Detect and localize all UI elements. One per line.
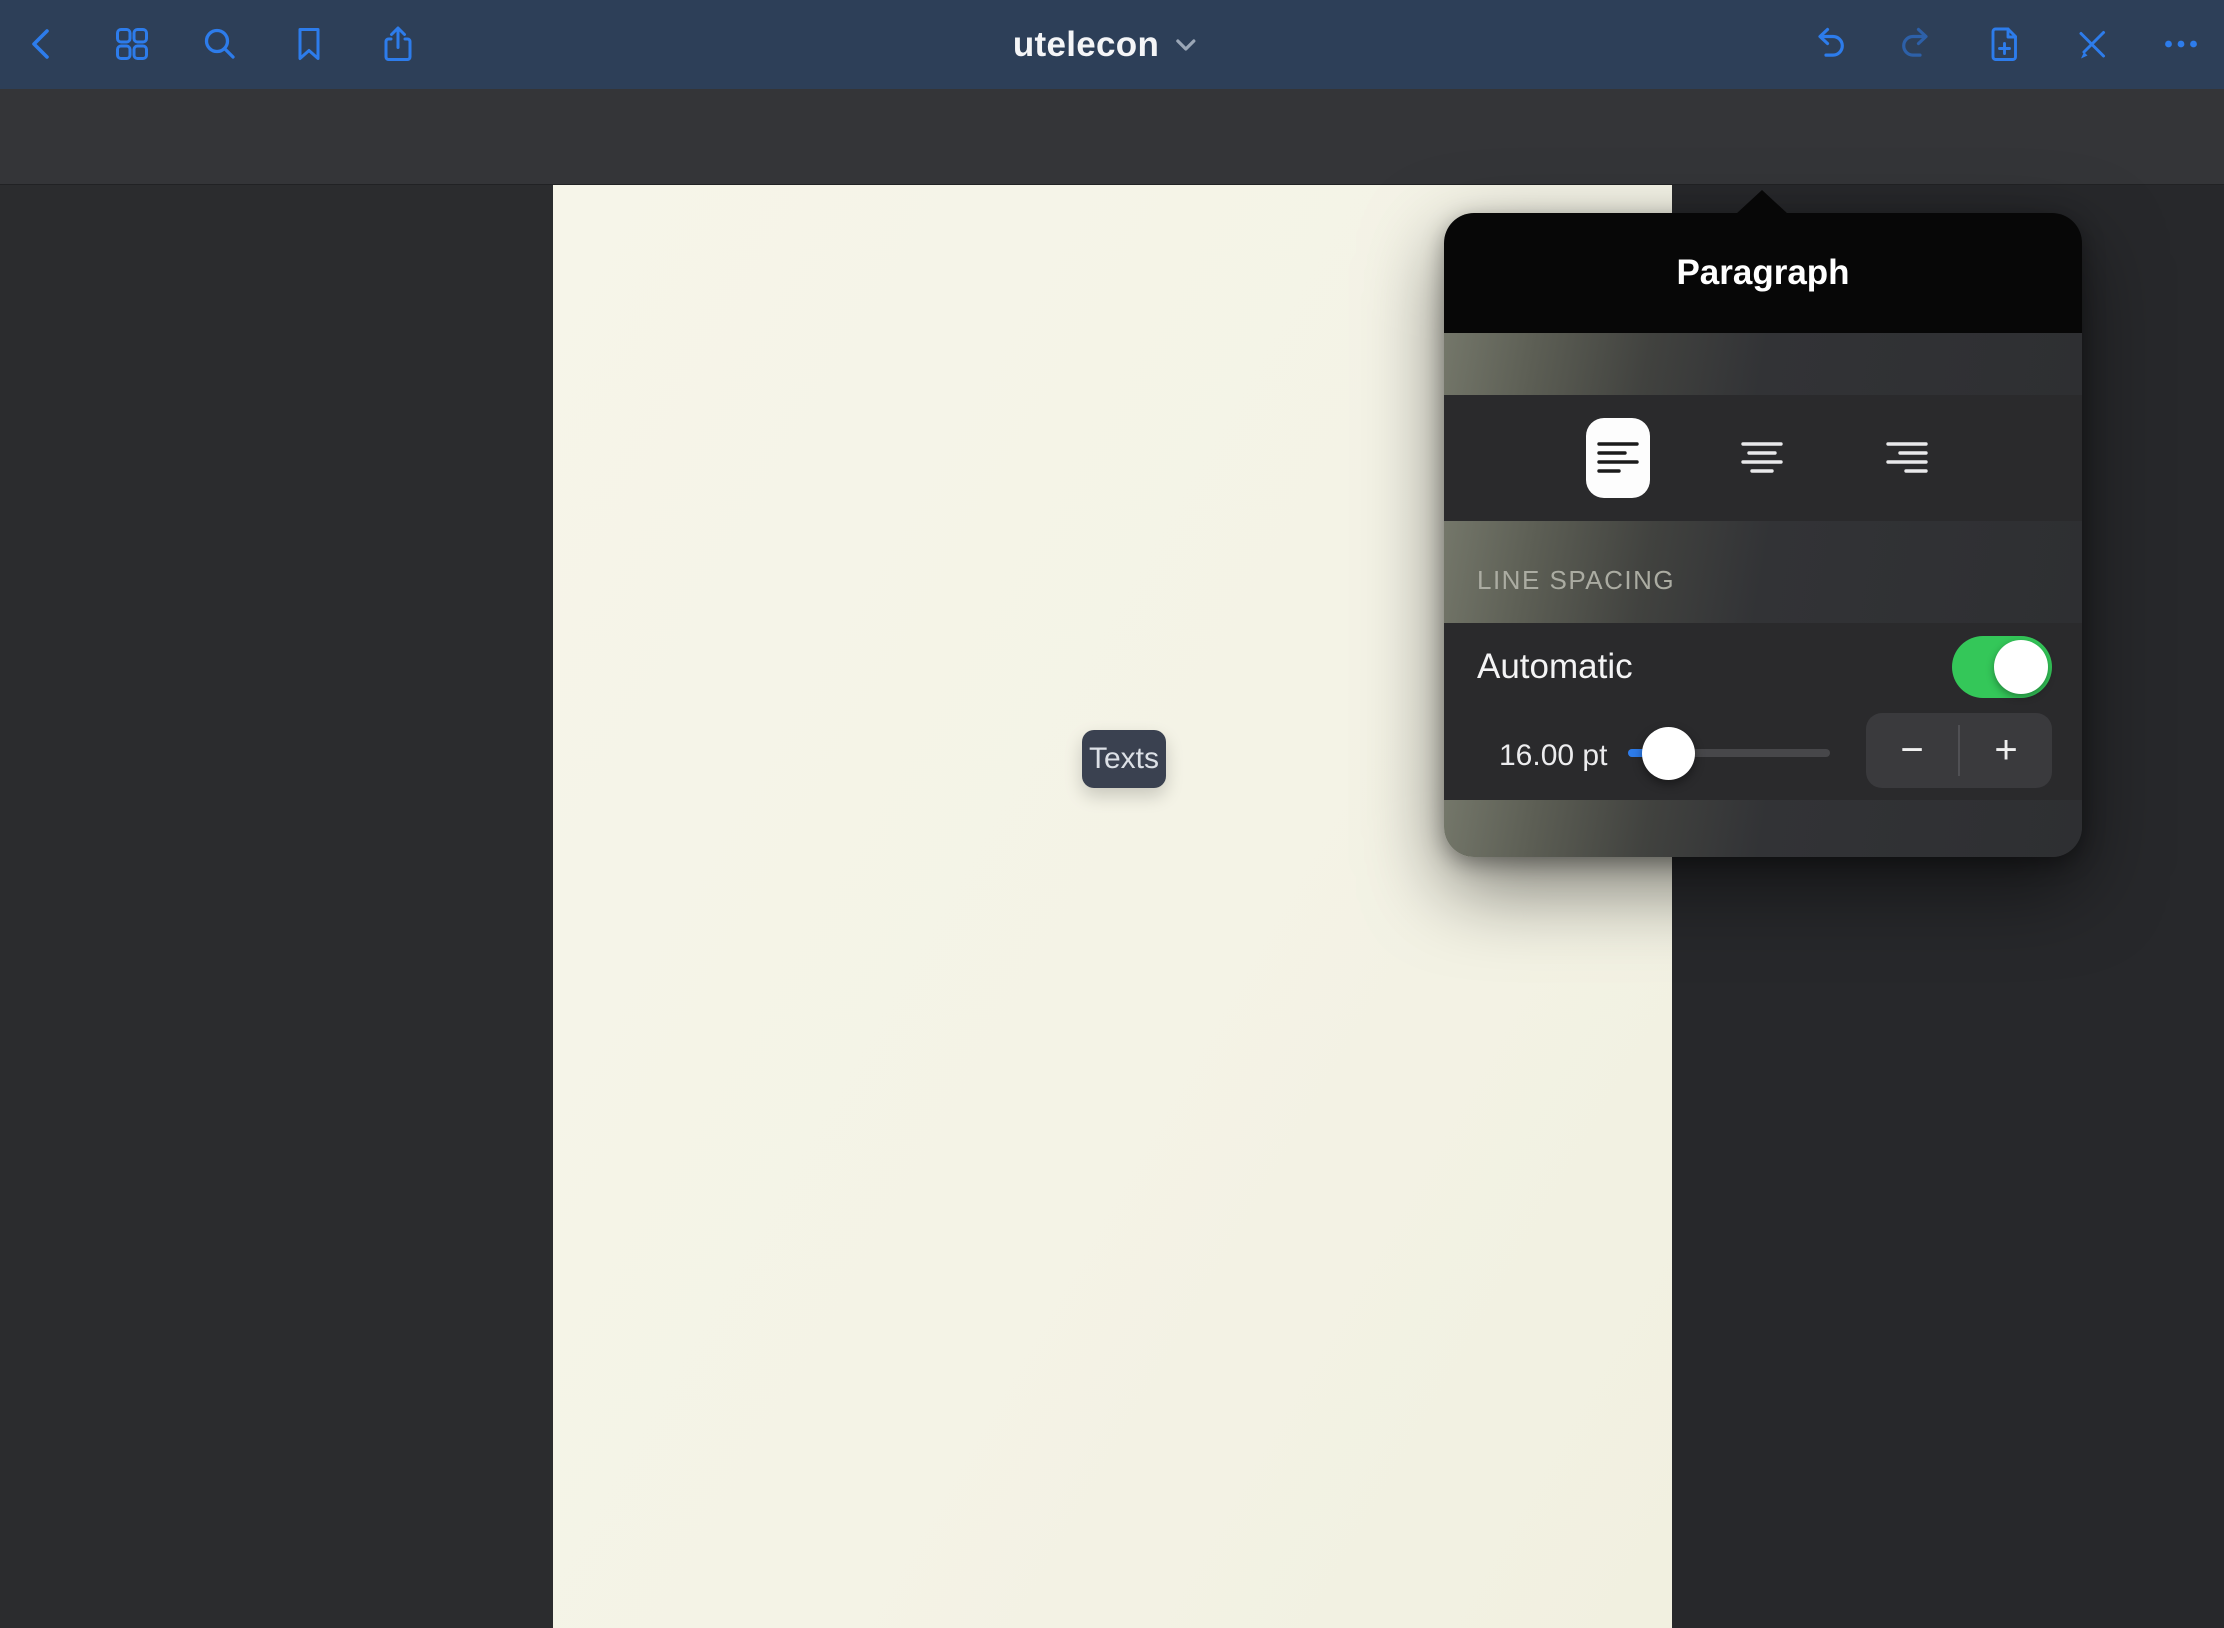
canvas-background-left [0,185,553,1628]
nav-bar: utelecon [0,0,2224,89]
more-button[interactable] [2159,22,2203,66]
text-object-label: Texts [1089,742,1159,776]
text-object[interactable]: Texts [1082,730,1166,788]
spacing-slider-row: 16.00 pt − + [1444,711,2082,800]
grid-icon [110,22,154,66]
align-center-button[interactable] [1716,412,1808,504]
chevron-down-icon [1175,38,1197,52]
paragraph-popover: Paragraph [1444,213,2082,857]
popover-divider-band-bottom [1444,800,2082,857]
spacing-value: 16.00 pt [1499,739,1607,773]
line-spacing-controls: Automatic 16.00 pt − + [1444,623,2082,800]
align-right-button[interactable] [1861,412,1953,504]
popover-arrow [1736,190,1788,214]
automatic-row: Automatic [1444,623,2082,711]
share-icon [376,22,420,66]
bookmark-button[interactable] [287,22,331,66]
spacing-slider-thumb[interactable] [1642,727,1695,780]
document-plus-icon [1982,22,2026,66]
popover-header: Paragraph [1444,213,2082,333]
spacing-increment-button[interactable]: + [1960,713,2052,788]
tool-bar: a [0,89,2224,185]
document-title: utelecon [1013,25,1159,65]
align-right-icon [1885,441,1929,475]
popover-title: Paragraph [1676,253,1849,293]
back-button[interactable] [20,22,64,66]
search-button[interactable] [198,22,242,66]
chevron-left-icon [20,22,64,66]
document-title-button[interactable]: utelecon [1013,0,1197,89]
add-page-button[interactable] [1982,22,2026,66]
undo-icon [1807,22,1851,66]
automatic-label: Automatic [1477,647,1633,687]
app-screen: utelecon [0,0,2224,1628]
pages-overview-button[interactable] [110,22,154,66]
popover-divider-band-top [1444,333,2082,395]
automatic-toggle[interactable] [1952,636,2052,698]
align-center-icon [1740,441,1784,475]
redo-icon [1895,22,1939,66]
alignment-row [1444,395,2082,521]
align-left-icon [1596,441,1640,475]
search-icon [198,22,242,66]
ellipsis-icon [2159,22,2203,66]
undo-button[interactable] [1807,22,1851,66]
align-left-button[interactable] [1572,412,1664,504]
toggle-knob [1994,640,2048,694]
pencil-x-icon [2070,22,2114,66]
end-editing-button[interactable] [2070,22,2114,66]
bookmark-icon [287,22,331,66]
spacing-decrement-button[interactable]: − [1866,713,1958,788]
redo-button[interactable] [1895,22,1939,66]
share-button[interactable] [376,22,420,66]
spacing-stepper: − + [1866,713,2052,788]
line-spacing-section-label: LINE SPACING [1477,565,1675,596]
